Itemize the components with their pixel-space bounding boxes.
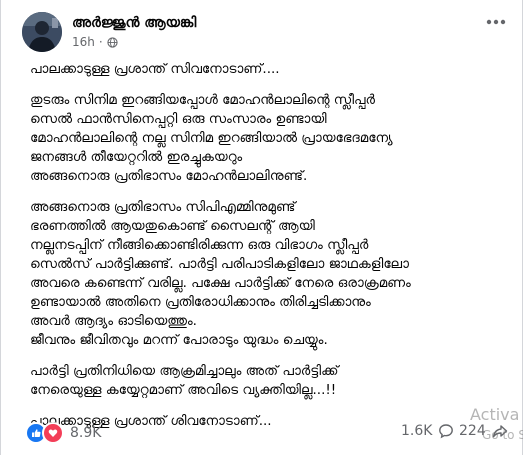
text-line: മോഹൻലാലിന്റെ നല്ല സിനിമ ഇറങ്ങിയാൽ പ്രായഭ…: [30, 130, 393, 146]
text-line: പാർട്ടി പ്രതിനിധിയെ ആക്രമിച്ചാലും അത് പാ…: [30, 363, 339, 379]
text-line: അവരെ കണ്ടെന്ന് വരില്ല. പക്ഷേ പാർട്ടിക്ക്…: [30, 275, 411, 291]
comment-summary[interactable]: 1.6K: [401, 423, 454, 439]
love-icon: [42, 422, 64, 444]
post-paragraph: പാലക്കാടുള്ള പ്രശാന്ത് സിവനോടാണ്....: [30, 60, 500, 79]
text-line: ഉണ്ടായാൽ അതിനെ പ്രതിരോധിക്കാനും തിരിച്ചട…: [30, 294, 371, 310]
text-line: ജീവനും ജീവിതവും മറന്ന് പോരാടും യുദ്ധം ചെ…: [30, 332, 328, 348]
post-paragraph: തുടരും സിനിമ ഇറങ്ങിയപ്പോൾ മോഹൻലാലിന്റെ സ…: [30, 91, 500, 186]
globe-icon: [107, 36, 118, 48]
reaction-count: 8.9K: [70, 425, 102, 441]
comment-icon: [439, 424, 454, 439]
comment-count: 1.6K: [401, 423, 433, 439]
text-line: നേരെയുള്ള കയ്യേറ്റമാണ് അവിടെ വ്യക്തിയില്…: [30, 382, 337, 398]
text-line: സെൽ ഫാൻസിനെപ്പറ്റി ഒരു സംസാരം ഉണ്ടായി: [30, 111, 327, 127]
avatar-photo: [22, 12, 62, 52]
avatar[interactable]: [22, 12, 62, 52]
more-options-icon[interactable]: [482, 14, 510, 30]
author-name[interactable]: അർജ്ജുൻ ആയങ്കി: [72, 15, 196, 31]
post-paragraph: അങ്ങനൊരു പ്രതിഭാസം സിപിഎമ്മിനുമുണ്ട് ഭരണ…: [30, 198, 500, 350]
post-meta: 16h ·: [72, 35, 118, 49]
text-line: പാലക്കാടുള്ള പ്രശാന്ത് സിവനോടാണ്....: [30, 61, 280, 77]
text-line: തുടരും സിനിമ ഇറങ്ങിയപ്പോൾ മോഹൻലാലിന്റെ സ…: [30, 92, 376, 108]
text-line: അങ്ങനൊരു പ്രതിഭാസം മോഹൻലാലിനുണ്ട്.: [30, 168, 308, 184]
activation-watermark-subtitle: Go to Se: [482, 428, 523, 442]
post-footer: 8.9K 1.6K 224: [25, 420, 515, 444]
text-line: ജനങ്ങൾ തീയേറ്ററിൽ ഇരച്ചുകയറും: [30, 149, 243, 165]
activation-watermark: Activa: [470, 405, 520, 424]
text-line: അങ്ങനൊരു പ്രതിഭാസം സിപിഎമ്മിനുമുണ്ട്: [30, 199, 296, 215]
post-time[interactable]: 16h: [72, 35, 95, 49]
text-line: ഭരണത്തിൽ ആയതുകൊണ്ട് സൈലന്റ് ആയി: [30, 218, 315, 234]
post-card: അർജ്ജുൻ ആയങ്കി 16h · പാലക്കാടുള്ള പ്രശാന…: [0, 0, 523, 455]
text-line: സെൽസ് പാർട്ടിക്കുണ്ട്. പാർട്ടി പരിപാടികള…: [30, 256, 409, 272]
text-line: നല്ലനടപ്പിന് നീങ്ങിക്കൊണ്ടിരിക്കുന്ന ഒരു…: [30, 237, 369, 253]
post-text: പാലക്കാടുള്ള പ്രശാന്ത് സിവനോടാണ്.... തുട…: [30, 60, 500, 443]
reaction-summary[interactable]: 8.9K: [25, 422, 101, 444]
post-paragraph: പാർട്ടി പ്രതിനിധിയെ ആക്രമിച്ചാലും അത് പാ…: [30, 362, 500, 400]
text-line: അവർ ആദ്യം ഓടിയെത്തും.: [30, 313, 197, 329]
